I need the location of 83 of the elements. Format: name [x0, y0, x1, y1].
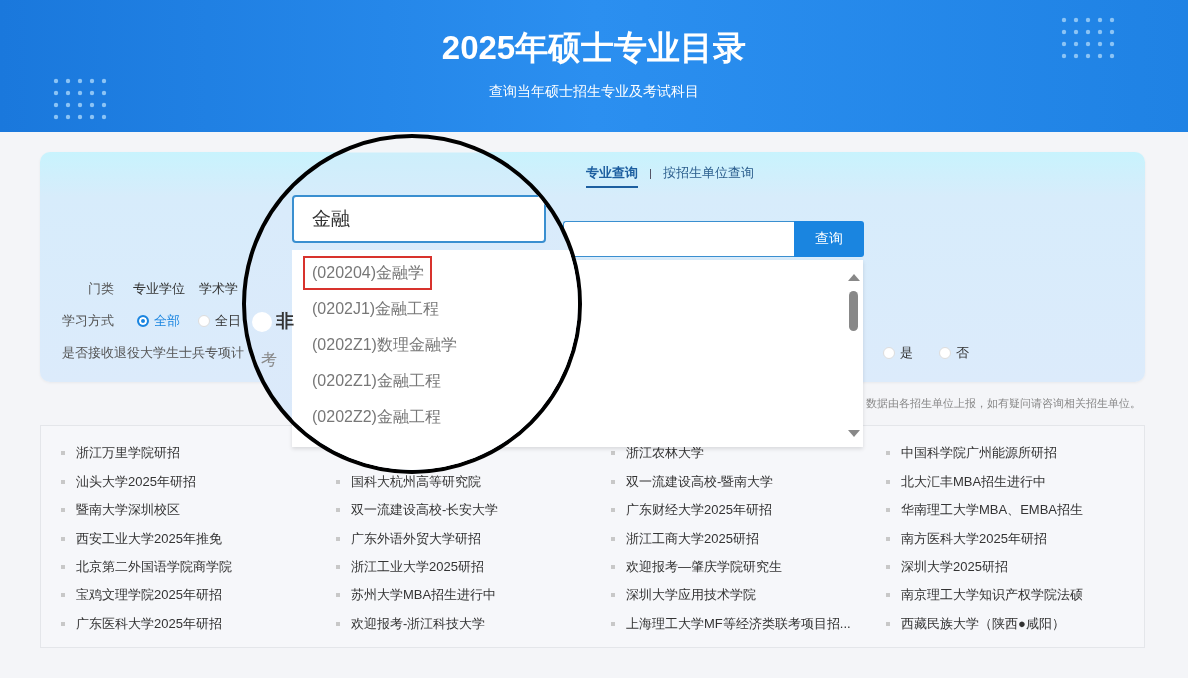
school-link[interactable]: 浙江农林大学 [626, 444, 704, 463]
school-link[interactable]: 西安工业大学2025年推免 [76, 529, 222, 548]
page-title: 2025年硕士专业目录 [441, 28, 747, 68]
bullet-icon [611, 479, 615, 484]
bullet-icon [61, 593, 65, 598]
school-link[interactable]: 暨南大学深圳校区 [76, 501, 180, 520]
bullet-icon [336, 565, 340, 569]
school-link[interactable]: 苏州大学MBA招生进行中 [351, 586, 497, 605]
filter-label: 门类 [88, 280, 115, 298]
school-link[interactable]: 浙江万里学院研招 [76, 444, 180, 463]
school-link[interactable]: 广东医科大学2025年研招 [76, 614, 222, 633]
bullet-icon [61, 479, 65, 484]
scroll-down-icon[interactable] [848, 430, 860, 437]
bullet-icon [61, 508, 65, 513]
search-field[interactable] [563, 221, 794, 257]
school-link[interactable]: 宝鸡文理学院2025年研招 [76, 586, 222, 605]
school-link[interactable]: 浙江工商大学2025研招 [626, 529, 759, 548]
bullet-icon [61, 451, 65, 456]
suggestion-item[interactable]: (0202Z1)数理金融学 [303, 328, 465, 362]
radio-label: 否 [956, 344, 969, 362]
school-link[interactable]: 广东财经大学2025年研招 [626, 501, 772, 520]
bullet-icon [61, 621, 65, 626]
school-link[interactable]: 西藏民族大学（陕西●咸阳） [901, 614, 1065, 633]
suggestion-item[interactable]: (0202Z1)金融工程 [303, 364, 449, 398]
school-link[interactable]: 中国科学院广州能源所研招 [901, 444, 1057, 463]
bullet-icon [886, 536, 890, 541]
suggestion-item[interactable]: (0202Z2)金融工程 [303, 400, 449, 434]
school-link[interactable]: 北京第二外国语学院商学院 [76, 558, 232, 576]
school-link[interactable]: 欢迎报考-浙江科技大学 [351, 614, 486, 633]
tab[interactable]: 按招生单位查询 [663, 160, 754, 188]
bullet-icon [611, 621, 615, 626]
school-link[interactable]: 双一流建设高校-长安大学 [351, 501, 499, 520]
radio-label: 非 [276, 310, 294, 333]
bullet-icon [886, 479, 890, 484]
school-link[interactable]: 南京理工大学知识产权学院法硕 [901, 586, 1083, 605]
notice-text: 数据由各招生单位上报，如有疑问请咨询相关招生单位。 [866, 396, 1141, 411]
bullet-icon [336, 593, 340, 598]
school-link[interactable]: 国科大杭州高等研究院 [351, 472, 481, 491]
bullet-icon [886, 593, 890, 598]
school-link[interactable]: 深圳大学应用技术学院 [626, 586, 756, 605]
bullet-icon [886, 451, 890, 456]
suggestion-item[interactable]: (0202J1)金融工程 [303, 292, 448, 326]
bullet-icon [336, 508, 340, 513]
school-link[interactable]: 深圳大学2025研招 [901, 558, 1008, 576]
bullet-icon [336, 621, 340, 626]
radio-label: 全部 [154, 312, 180, 330]
bullet-icon [611, 593, 615, 598]
filter-label: 考 [261, 350, 277, 370]
bullet-icon [611, 565, 615, 569]
bullet-icon [61, 565, 65, 569]
radio-label: 是 [900, 344, 913, 362]
bullet-icon [886, 508, 890, 513]
category-option[interactable]: 学术学 [199, 280, 238, 298]
search-field[interactable]: 金融 [292, 195, 546, 243]
bullet-icon [886, 565, 890, 569]
bullet-icon [61, 536, 65, 541]
bullet-icon [611, 508, 615, 513]
radio-label: 全日 [215, 312, 241, 330]
category-option[interactable]: 专业学位 [133, 280, 185, 298]
school-link[interactable]: 上海理工大学MF等经济类联考项目招... [626, 614, 851, 633]
school-link[interactable]: 汕头大学2025年研招 [76, 472, 196, 491]
radio-button[interactable] [252, 312, 272, 332]
tab[interactable]: 专业查询 [586, 160, 638, 188]
filter-label: 是否接收退役大学生士兵专项计 [62, 344, 244, 362]
school-link[interactable]: 浙江工业大学2025研招 [351, 558, 484, 576]
school-link[interactable]: 华南理工大学MBA、EMBA招生 [901, 501, 1083, 520]
bullet-icon [611, 536, 615, 541]
school-link[interactable]: 南方医科大学2025年研招 [901, 529, 1047, 548]
search-button[interactable]: 查询 [794, 221, 864, 257]
bullet-icon [336, 479, 340, 484]
school-link[interactable]: 欢迎报考—肇庆学院研究生 [626, 558, 782, 576]
bullet-icon [336, 536, 340, 541]
page-subtitle: 查询当年硕士招生专业及考试科目 [489, 83, 699, 101]
suggestion-item[interactable]: (020204)金融学 [303, 256, 433, 290]
scroll-up-icon[interactable] [848, 274, 860, 281]
school-link[interactable]: 广东外语外贸大学研招 [351, 529, 481, 548]
radio-button[interactable] [137, 315, 149, 327]
school-link[interactable]: 北大汇丰MBA招生进行中 [901, 472, 1047, 491]
bullet-icon [611, 451, 615, 456]
school-link[interactable]: 双一流建设高校-暨南大学 [626, 472, 774, 491]
scrollbar-thumb[interactable] [849, 291, 858, 331]
bullet-icon [886, 621, 890, 626]
filter-label: 学习方式 [62, 312, 115, 330]
